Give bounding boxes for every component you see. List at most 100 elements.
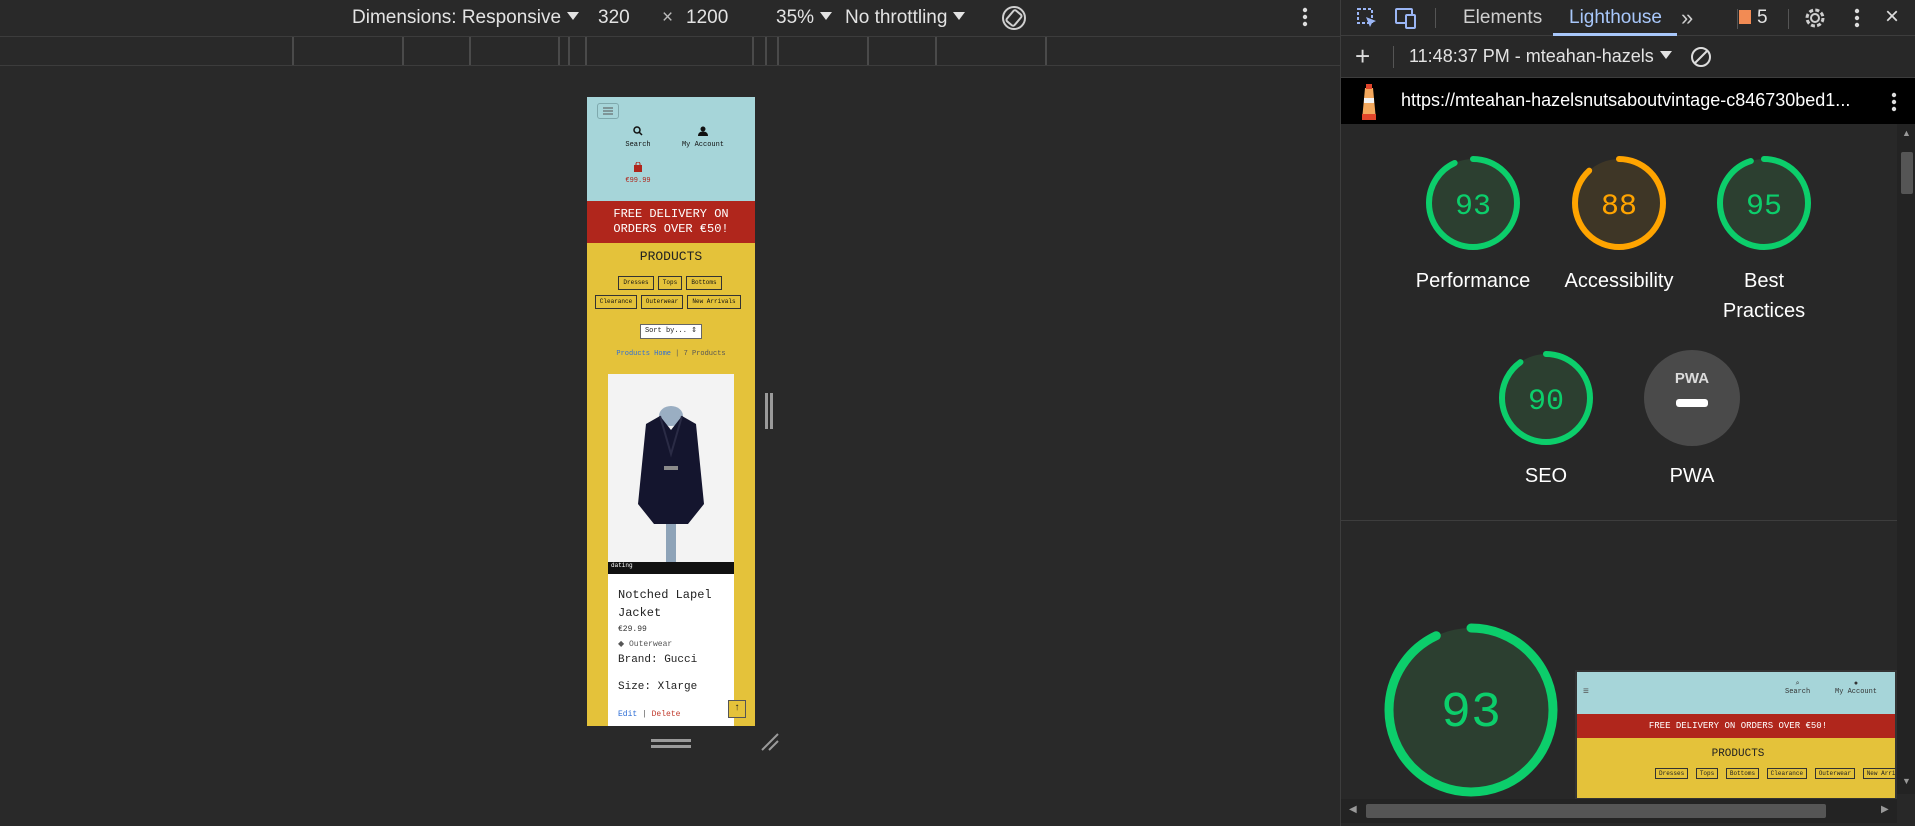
- search-icon: [633, 126, 643, 136]
- hamburger-menu-button[interactable]: [597, 103, 619, 119]
- category-tops[interactable]: Tops: [658, 276, 682, 290]
- product-size: Size: Xlarge: [618, 681, 698, 693]
- height-input[interactable]: 1200: [686, 7, 728, 29]
- preview-category: Tops: [1695, 768, 1719, 779]
- emulated-page: Search My Account €99.99 FREE DELIVERY O…: [587, 97, 755, 726]
- category-new-arrivals[interactable]: New Arrivals: [687, 295, 741, 309]
- nav-search[interactable]: Search: [623, 123, 653, 149]
- report-url[interactable]: https://mteahan-hazelsnutsaboutvintage-c…: [1401, 90, 1850, 111]
- scroll-down-arrow-icon[interactable]: ▼: [1902, 776, 1911, 786]
- rotate-icon[interactable]: [1000, 4, 1028, 38]
- right-resize-handle[interactable]: [765, 393, 768, 429]
- dimensions-dropdown[interactable]: Dimensions: Responsive: [352, 7, 580, 29]
- score-label-best-practices: Best Practices: [1694, 266, 1834, 326]
- product-category-label: Outerwear: [628, 640, 673, 649]
- score-gauge-performance[interactable]: 93: [1424, 154, 1522, 252]
- preview-hamburger-icon: ≡: [1583, 686, 1589, 697]
- preview-header: ≡ ⌕ Search ● My Account: [1577, 672, 1895, 714]
- score-gauge-seo[interactable]: 90: [1497, 349, 1595, 447]
- vertical-scroll-thumb[interactable]: [1901, 152, 1913, 194]
- free-delivery-banner: FREE DELIVERY ON ORDERS OVER €50!: [587, 201, 755, 243]
- new-report-plus-icon[interactable]: +: [1355, 43, 1370, 69]
- score-label-seo: SEO: [1524, 465, 1568, 487]
- settings-gear-icon[interactable]: [1803, 6, 1827, 36]
- devtools-tab-bar: Elements Lighthouse » 5 ×: [1341, 0, 1915, 36]
- score-label-best-line-1: Best: [1743, 270, 1785, 292]
- nav-account[interactable]: My Account: [673, 123, 733, 149]
- report-selector-label: 11:48:37 PM - mteahan-hazels: [1409, 46, 1654, 66]
- banner-line-1: FREE DELIVERY ON: [613, 207, 729, 221]
- delete-link[interactable]: Delete: [652, 710, 681, 719]
- caret-down-icon: [953, 12, 966, 20]
- close-devtools-icon[interactable]: ×: [1885, 3, 1899, 31]
- preview-category: Dresses: [1655, 768, 1689, 779]
- sort-select[interactable]: Sort by... ⇕: [640, 324, 702, 339]
- edit-link[interactable]: Edit: [618, 710, 637, 719]
- product-name[interactable]: Notched Lapel Jacket: [618, 586, 712, 622]
- caret-down-icon: [1659, 51, 1672, 59]
- product-price: €29.99: [618, 625, 647, 634]
- category-bottoms[interactable]: Bottoms: [686, 276, 722, 290]
- score-gauge-accessibility[interactable]: 88: [1570, 154, 1668, 252]
- category-clearance[interactable]: Clearance: [595, 295, 637, 309]
- more-options-icon[interactable]: [1300, 4, 1310, 36]
- product-brand: Brand: Gucci: [618, 654, 698, 666]
- more-tabs-icon[interactable]: »: [1681, 5, 1693, 31]
- horizontal-scroll-thumb[interactable]: [1366, 804, 1826, 818]
- customize-menu-icon[interactable]: [1852, 6, 1862, 36]
- score-gauge-best-practices[interactable]: 95: [1715, 154, 1813, 252]
- preview-category: Clearance: [1766, 768, 1808, 779]
- admin-links: Edit | Delete: [618, 710, 680, 719]
- score-label-pwa: PWA: [1669, 465, 1715, 487]
- product-category[interactable]: ◆ Outerwear: [618, 639, 672, 649]
- clear-all-icon[interactable]: [1689, 45, 1713, 74]
- preview-search: ⌕ Search: [1785, 680, 1810, 696]
- lighthouse-logo-icon: [1357, 84, 1381, 125]
- issues-icon: [1739, 10, 1751, 24]
- page-screenshot-preview[interactable]: ≡ ⌕ Search ● My Account FREE DELIVERY ON O…: [1575, 670, 1897, 800]
- jacket-image: [608, 374, 734, 574]
- right-resize-handle-2[interactable]: [770, 393, 773, 429]
- product-count: 7 Products: [683, 350, 726, 358]
- device-toggle-icon[interactable]: [1393, 6, 1419, 36]
- report-selector[interactable]: 11:48:37 PM - mteahan-hazels: [1409, 46, 1672, 67]
- scroll-up-arrow-icon[interactable]: ▲: [1902, 128, 1911, 138]
- corner-resize-icon[interactable]: [760, 732, 780, 757]
- bottom-resize-handle[interactable]: [651, 739, 691, 742]
- vertical-scrollbar[interactable]: ▲ ▼: [1897, 124, 1915, 794]
- product-image[interactable]: dating: [608, 374, 734, 574]
- category-dresses[interactable]: Dresses: [618, 276, 654, 290]
- svg-text:88: 88: [1601, 190, 1637, 224]
- lighthouse-scores: 93 88 95 90 PWA Performance Accessibilit…: [1341, 124, 1915, 521]
- inspect-element-icon[interactable]: [1355, 6, 1379, 36]
- breadcrumb-separator: |: [670, 350, 684, 358]
- times-separator: ×: [662, 7, 674, 28]
- scroll-right-arrow-icon[interactable]: ▶: [1881, 804, 1889, 815]
- product-card: dating Notched Lapel Jacket €29.99 ◆ Out…: [608, 374, 734, 726]
- tab-lighthouse[interactable]: Lighthouse: [1569, 7, 1662, 29]
- preview-search-label: Search: [1785, 688, 1811, 696]
- back-to-top-button[interactable]: ↑: [728, 700, 746, 718]
- width-input[interactable]: 320: [598, 7, 630, 29]
- search-label: Search: [625, 141, 651, 149]
- score-gauge-pwa[interactable]: PWA: [1643, 349, 1741, 447]
- svg-text:95: 95: [1746, 190, 1782, 224]
- report-menu-icon[interactable]: [1889, 90, 1899, 119]
- shopping-bag-icon: [634, 161, 642, 172]
- category-outerwear[interactable]: Outerwear: [641, 295, 683, 309]
- media-query-bar[interactable]: [0, 36, 1340, 66]
- horizontal-scrollbar[interactable]: ◀ ▶: [1341, 799, 1897, 823]
- score-label-accessibility: Accessibility: [1564, 270, 1674, 292]
- preview-search-icon: ⌕: [1795, 680, 1800, 688]
- scroll-left-arrow-icon[interactable]: ◀: [1349, 804, 1357, 815]
- issues-counter[interactable]: 5: [1739, 7, 1768, 29]
- page-header: Search My Account €99.99: [587, 97, 755, 201]
- nav-cart[interactable]: €99.99: [620, 159, 656, 185]
- zoom-label: 35%: [776, 7, 815, 28]
- big-performance-gauge[interactable]: 93: [1383, 622, 1559, 798]
- zoom-dropdown[interactable]: 35%: [776, 7, 833, 29]
- tab-elements[interactable]: Elements: [1463, 7, 1542, 29]
- bottom-resize-handle-2[interactable]: [651, 745, 691, 748]
- throttling-dropdown[interactable]: No throttling: [845, 7, 966, 29]
- products-home-link[interactable]: Products Home: [616, 350, 671, 358]
